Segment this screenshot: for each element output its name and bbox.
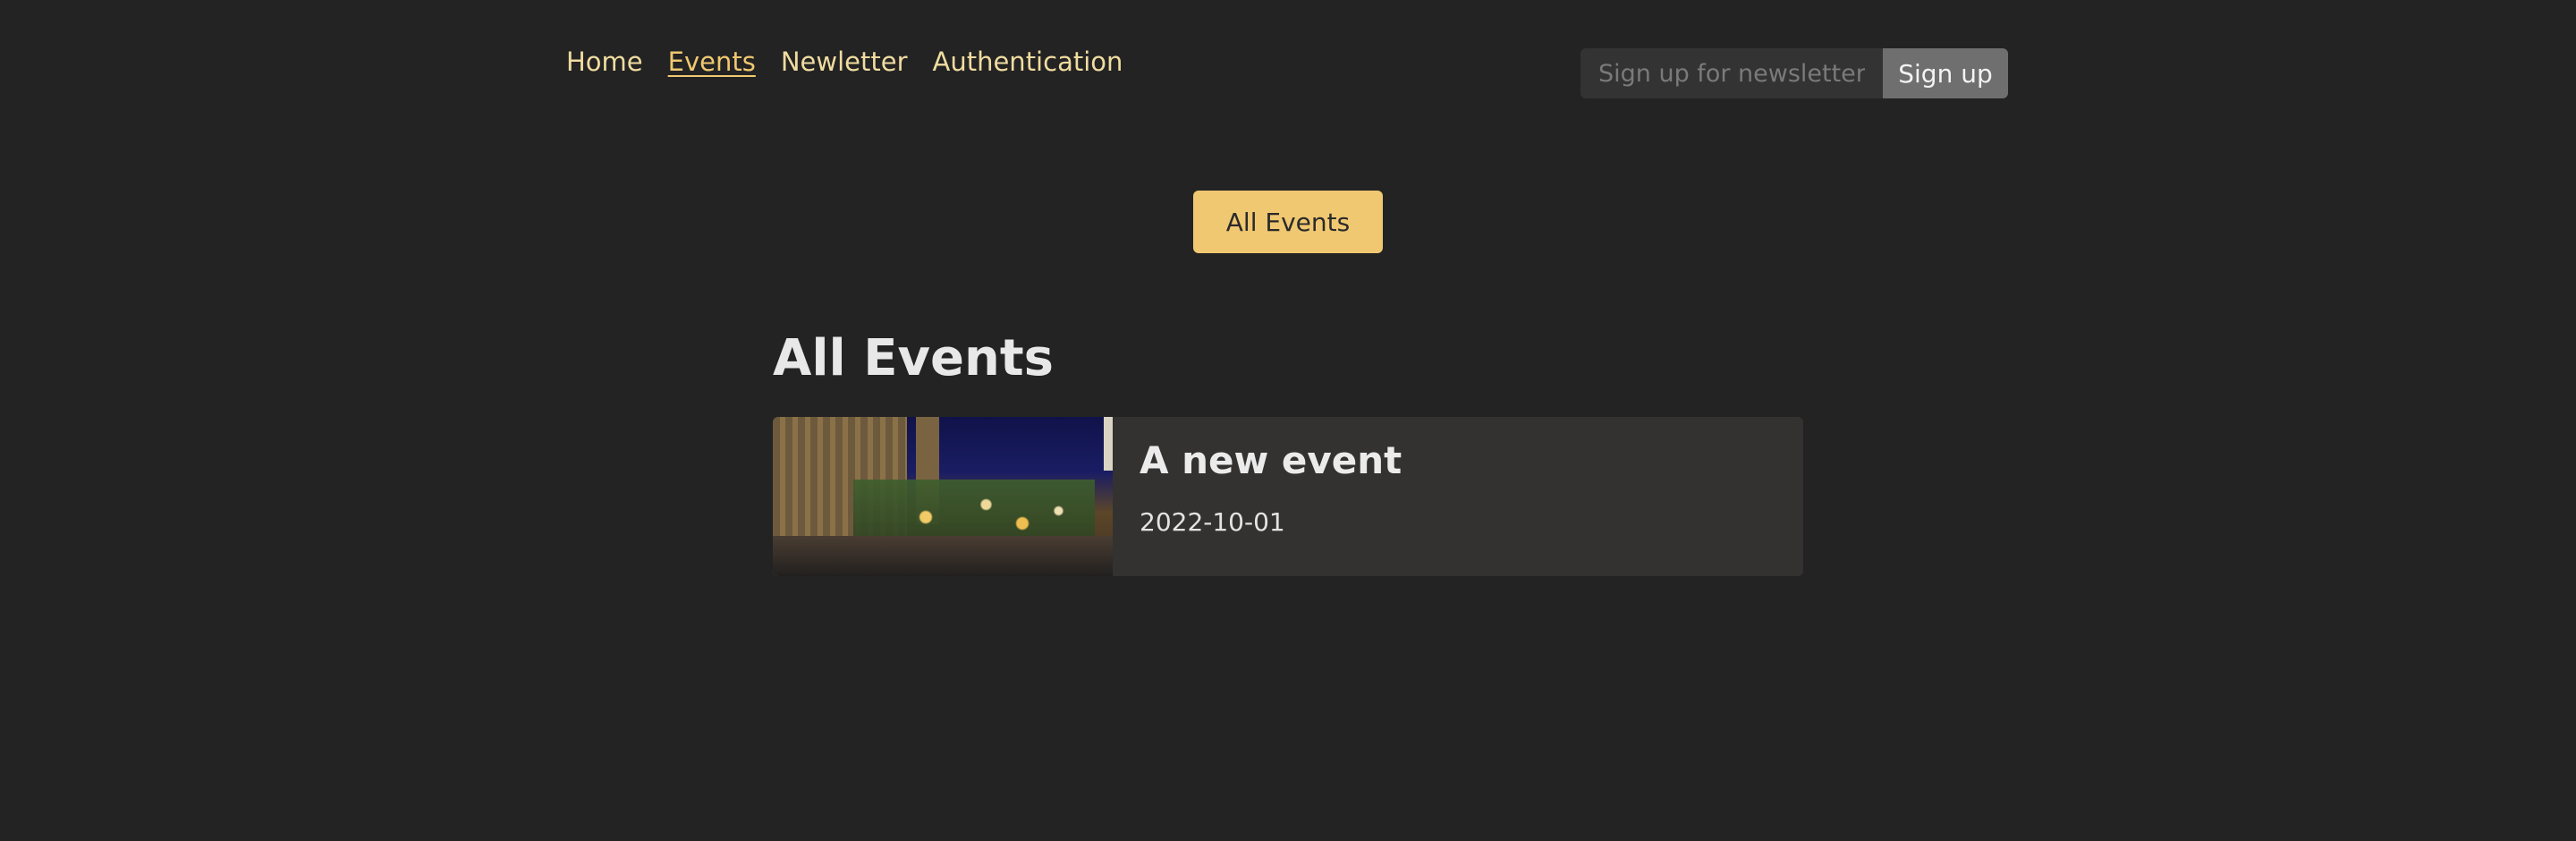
event-title: A new event	[1140, 438, 1402, 482]
event-date: 2022-10-01	[1140, 507, 1285, 537]
nav-item-newsletter[interactable]: Newletter	[781, 47, 908, 77]
newsletter-email-input[interactable]	[1580, 48, 1883, 98]
page-header: Home Events Newletter Authentication Sig…	[0, 0, 2576, 125]
page-title: All Events	[773, 329, 1054, 387]
all-events-button[interactable]: All Events	[1193, 191, 1383, 253]
newsletter-form: Sign up	[1580, 48, 2008, 98]
event-card[interactable]: A new event 2022-10-01	[773, 417, 1803, 576]
event-image	[773, 417, 1113, 576]
event-info: A new event 2022-10-01	[1113, 417, 1402, 576]
nav-item-authentication[interactable]: Authentication	[933, 47, 1123, 77]
newsletter-signup-button[interactable]: Sign up	[1883, 48, 2008, 98]
main-nav: Home Events Newletter Authentication	[566, 47, 1123, 77]
nav-item-home[interactable]: Home	[566, 47, 643, 77]
nav-item-events[interactable]: Events	[668, 47, 756, 77]
